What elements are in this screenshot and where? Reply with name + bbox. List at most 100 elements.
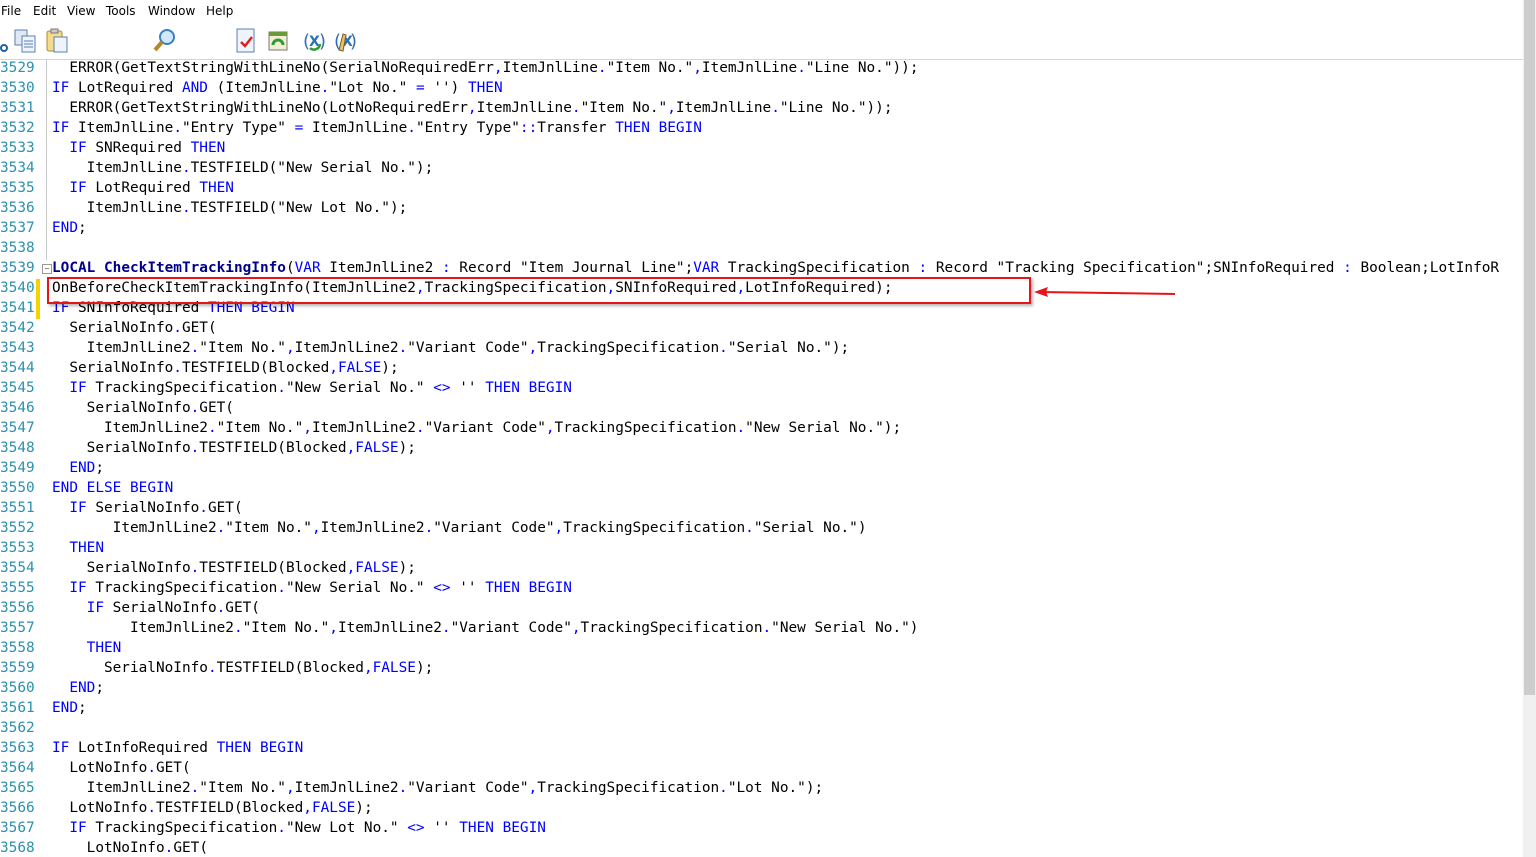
code-line[interactable]: 3536 ItemJnlLine.TESTFIELD("New Lot No."… [0, 199, 1523, 219]
code-line[interactable]: 3532 IF ItemJnlLine."Entry Type" = ItemJn… [0, 119, 1523, 139]
line-number: 3534 [0, 160, 35, 176]
line-number: 3549 [0, 460, 35, 476]
code-line[interactable]: 3565 ItemJnlLine2."Item No.",ItemJnlLine… [0, 779, 1523, 799]
line-number: 3554 [0, 560, 35, 576]
menu-window[interactable]: Window [148, 4, 195, 18]
code-line[interactable]: 3534 ItemJnlLine.TESTFIELD("New Serial N… [0, 159, 1523, 179]
line-number: 3535 [0, 180, 35, 196]
code-line[interactable]: 3537 END; [0, 219, 1523, 239]
code-line[interactable]: 3548 SerialNoInfo.TESTFIELD(Blocked,FALS… [0, 439, 1523, 459]
code-text: ItemJnlLine.TESTFIELD("New Serial No."); [86, 160, 434, 176]
code-line[interactable]: 3542 SerialNoInfo.GET( [0, 319, 1523, 339]
code-text: LotNoInfo.GET( [86, 840, 208, 856]
code-text: IF TrackingSpecification."New Serial No.… [69, 580, 572, 596]
fold-toggle-icon[interactable]: − [42, 264, 52, 274]
line-number: 3556 [0, 600, 35, 616]
line-number: 3564 [0, 760, 35, 776]
line-number: 3542 [0, 320, 35, 336]
code-text: LOCAL CheckItemTrackingInfo(VAR ItemJnlL… [52, 260, 1500, 276]
code-line[interactable]: 3559 SerialNoInfo.TESTFIELD(Blocked,FALS… [0, 659, 1523, 679]
code-text: ItemJnlLine2."Item No.",ItemJnlLine2."Va… [86, 340, 850, 356]
code-line[interactable]: 3550 END ELSE BEGIN [0, 479, 1523, 499]
code-line[interactable]: 3552 ItemJnlLine2."Item No.",ItemJnlLine… [0, 519, 1523, 539]
code-line[interactable]: 3531 ERROR(GetTextStringWithLineNo(LotNo… [0, 99, 1523, 119]
line-number: 3543 [0, 340, 35, 356]
code-line[interactable]: 3562 [0, 719, 1523, 739]
code-line[interactable]: 3564 LotNoInfo.GET( [0, 759, 1523, 779]
code-text: THEN [86, 640, 122, 656]
code-line[interactable]: 3566 LotNoInfo.TESTFIELD(Blocked,FALSE); [0, 799, 1523, 819]
line-number: 3533 [0, 140, 35, 156]
code-line[interactable]: 3530 IF LotRequired AND (ItemJnlLine."Lot… [0, 79, 1523, 99]
menu-file[interactable]: File [1, 4, 21, 18]
change-marker [36, 299, 40, 319]
code-text: SerialNoInfo.TESTFIELD(Blocked,FALSE); [103, 660, 434, 676]
code-line[interactable]: 3563 IF LotInfoRequired THEN BEGIN [0, 739, 1523, 759]
line-number: 3540 [0, 280, 35, 296]
code-line[interactable]: 3544 SerialNoInfo.TESTFIELD(Blocked,FALS… [0, 359, 1523, 379]
line-number: 3558 [0, 640, 35, 656]
code-line[interactable]: 3533 IF SNRequired THEN [0, 139, 1523, 159]
menu-view[interactable]: View [67, 4, 95, 18]
code-line[interactable]: 3555 IF TrackingSpecification."New Seria… [0, 579, 1523, 599]
menu-help[interactable]: Help [206, 4, 233, 18]
code-line[interactable]: 3529 ERROR(GetTextStringWithLineNo(Seria… [0, 59, 1523, 79]
line-number: 3557 [0, 620, 35, 636]
code-line[interactable]: 3539− LOCAL CheckItemTrackingInfo(VAR Ite… [0, 259, 1523, 279]
code-text: SerialNoInfo.TESTFIELD(Blocked,FALSE); [86, 440, 416, 456]
code-line[interactable]: 3556 IF SerialNoInfo.GET( [0, 599, 1523, 619]
code-line[interactable]: 3538 [0, 239, 1523, 259]
code-line[interactable]: 3567 IF TrackingSpecification."New Lot N… [0, 819, 1523, 839]
code-line[interactable]: 3568 LotNoInfo.GET( [0, 839, 1523, 857]
code-line[interactable]: 3551 IF SerialNoInfo.GET( [0, 499, 1523, 519]
code-text: IF LotInfoRequired THEN BEGIN [52, 740, 304, 756]
code-text: ItemJnlLine2."Item No.",ItemJnlLine2."Va… [129, 620, 919, 636]
scrollbar-thumb[interactable] [1524, 0, 1535, 695]
menu-tools[interactable]: Tools [106, 4, 136, 18]
vertical-scrollbar[interactable] [1523, 0, 1536, 857]
line-number: 3552 [0, 520, 35, 536]
code-line[interactable]: 3553 THEN [0, 539, 1523, 559]
cut-icon[interactable] [0, 28, 10, 54]
code-line[interactable]: 3557 ItemJnlLine2."Item No.",ItemJnlLine… [0, 619, 1523, 639]
code-text: LotNoInfo.GET( [69, 760, 191, 776]
code-line[interactable]: 3561 END; [0, 699, 1523, 719]
svg-text:): ) [319, 31, 326, 52]
code-line[interactable]: 3558 THEN [0, 639, 1523, 659]
line-number: 3531 [0, 100, 35, 116]
code-line[interactable]: 3549 END; [0, 459, 1523, 479]
code-line[interactable]: 3547 ItemJnlLine2."Item No.",ItemJnlLine… [0, 419, 1523, 439]
line-number: 3547 [0, 420, 35, 436]
find-icon[interactable] [153, 28, 177, 54]
line-number: 3538 [0, 240, 35, 256]
code-text: IF TrackingSpecification."New Lot No." <… [69, 820, 546, 836]
menu-edit[interactable]: Edit [33, 4, 56, 18]
line-number: 3544 [0, 360, 35, 376]
code-text: SerialNoInfo.TESTFIELD(Blocked,FALSE); [69, 360, 399, 376]
copy-icon[interactable] [13, 28, 37, 54]
line-number: 3545 [0, 380, 35, 396]
code-text: IF SNRequired THEN [69, 140, 226, 156]
svg-text:): ) [350, 31, 357, 52]
code-text: END; [69, 680, 104, 696]
compile-icon[interactable] [266, 28, 290, 54]
code-line[interactable]: 3560 END; [0, 679, 1523, 699]
code-text: END ELSE BEGIN [52, 480, 174, 496]
code-line[interactable]: 3545 IF TrackingSpecification."New Seria… [0, 379, 1523, 399]
line-number: 3541 [0, 300, 35, 316]
code-text: ItemJnlLine2."Item No.",ItemJnlLine2."Va… [112, 520, 867, 536]
line-number: 3560 [0, 680, 35, 696]
check-icon[interactable] [234, 28, 258, 54]
code-line[interactable]: 3535 IF LotRequired THEN [0, 179, 1523, 199]
code-text: SerialNoInfo.GET( [86, 400, 234, 416]
code-line[interactable]: 3543 ItemJnlLine2."Item No.",ItemJnlLine… [0, 339, 1523, 359]
symbol-edit-icon[interactable]: (X) [333, 28, 357, 54]
code-editor[interactable]: 3529 ERROR(GetTextStringWithLineNo(Seria… [0, 59, 1523, 857]
code-text: END; [69, 460, 104, 476]
menu-bar: File Edit View Tools Window Help [0, 0, 1523, 22]
paste-icon[interactable] [45, 28, 69, 54]
symbol-refresh-icon[interactable]: (X) [302, 28, 326, 54]
code-line[interactable]: 3546 SerialNoInfo.GET( [0, 399, 1523, 419]
line-number: 3537 [0, 220, 35, 236]
code-line[interactable]: 3554 SerialNoInfo.TESTFIELD(Blocked,FALS… [0, 559, 1523, 579]
